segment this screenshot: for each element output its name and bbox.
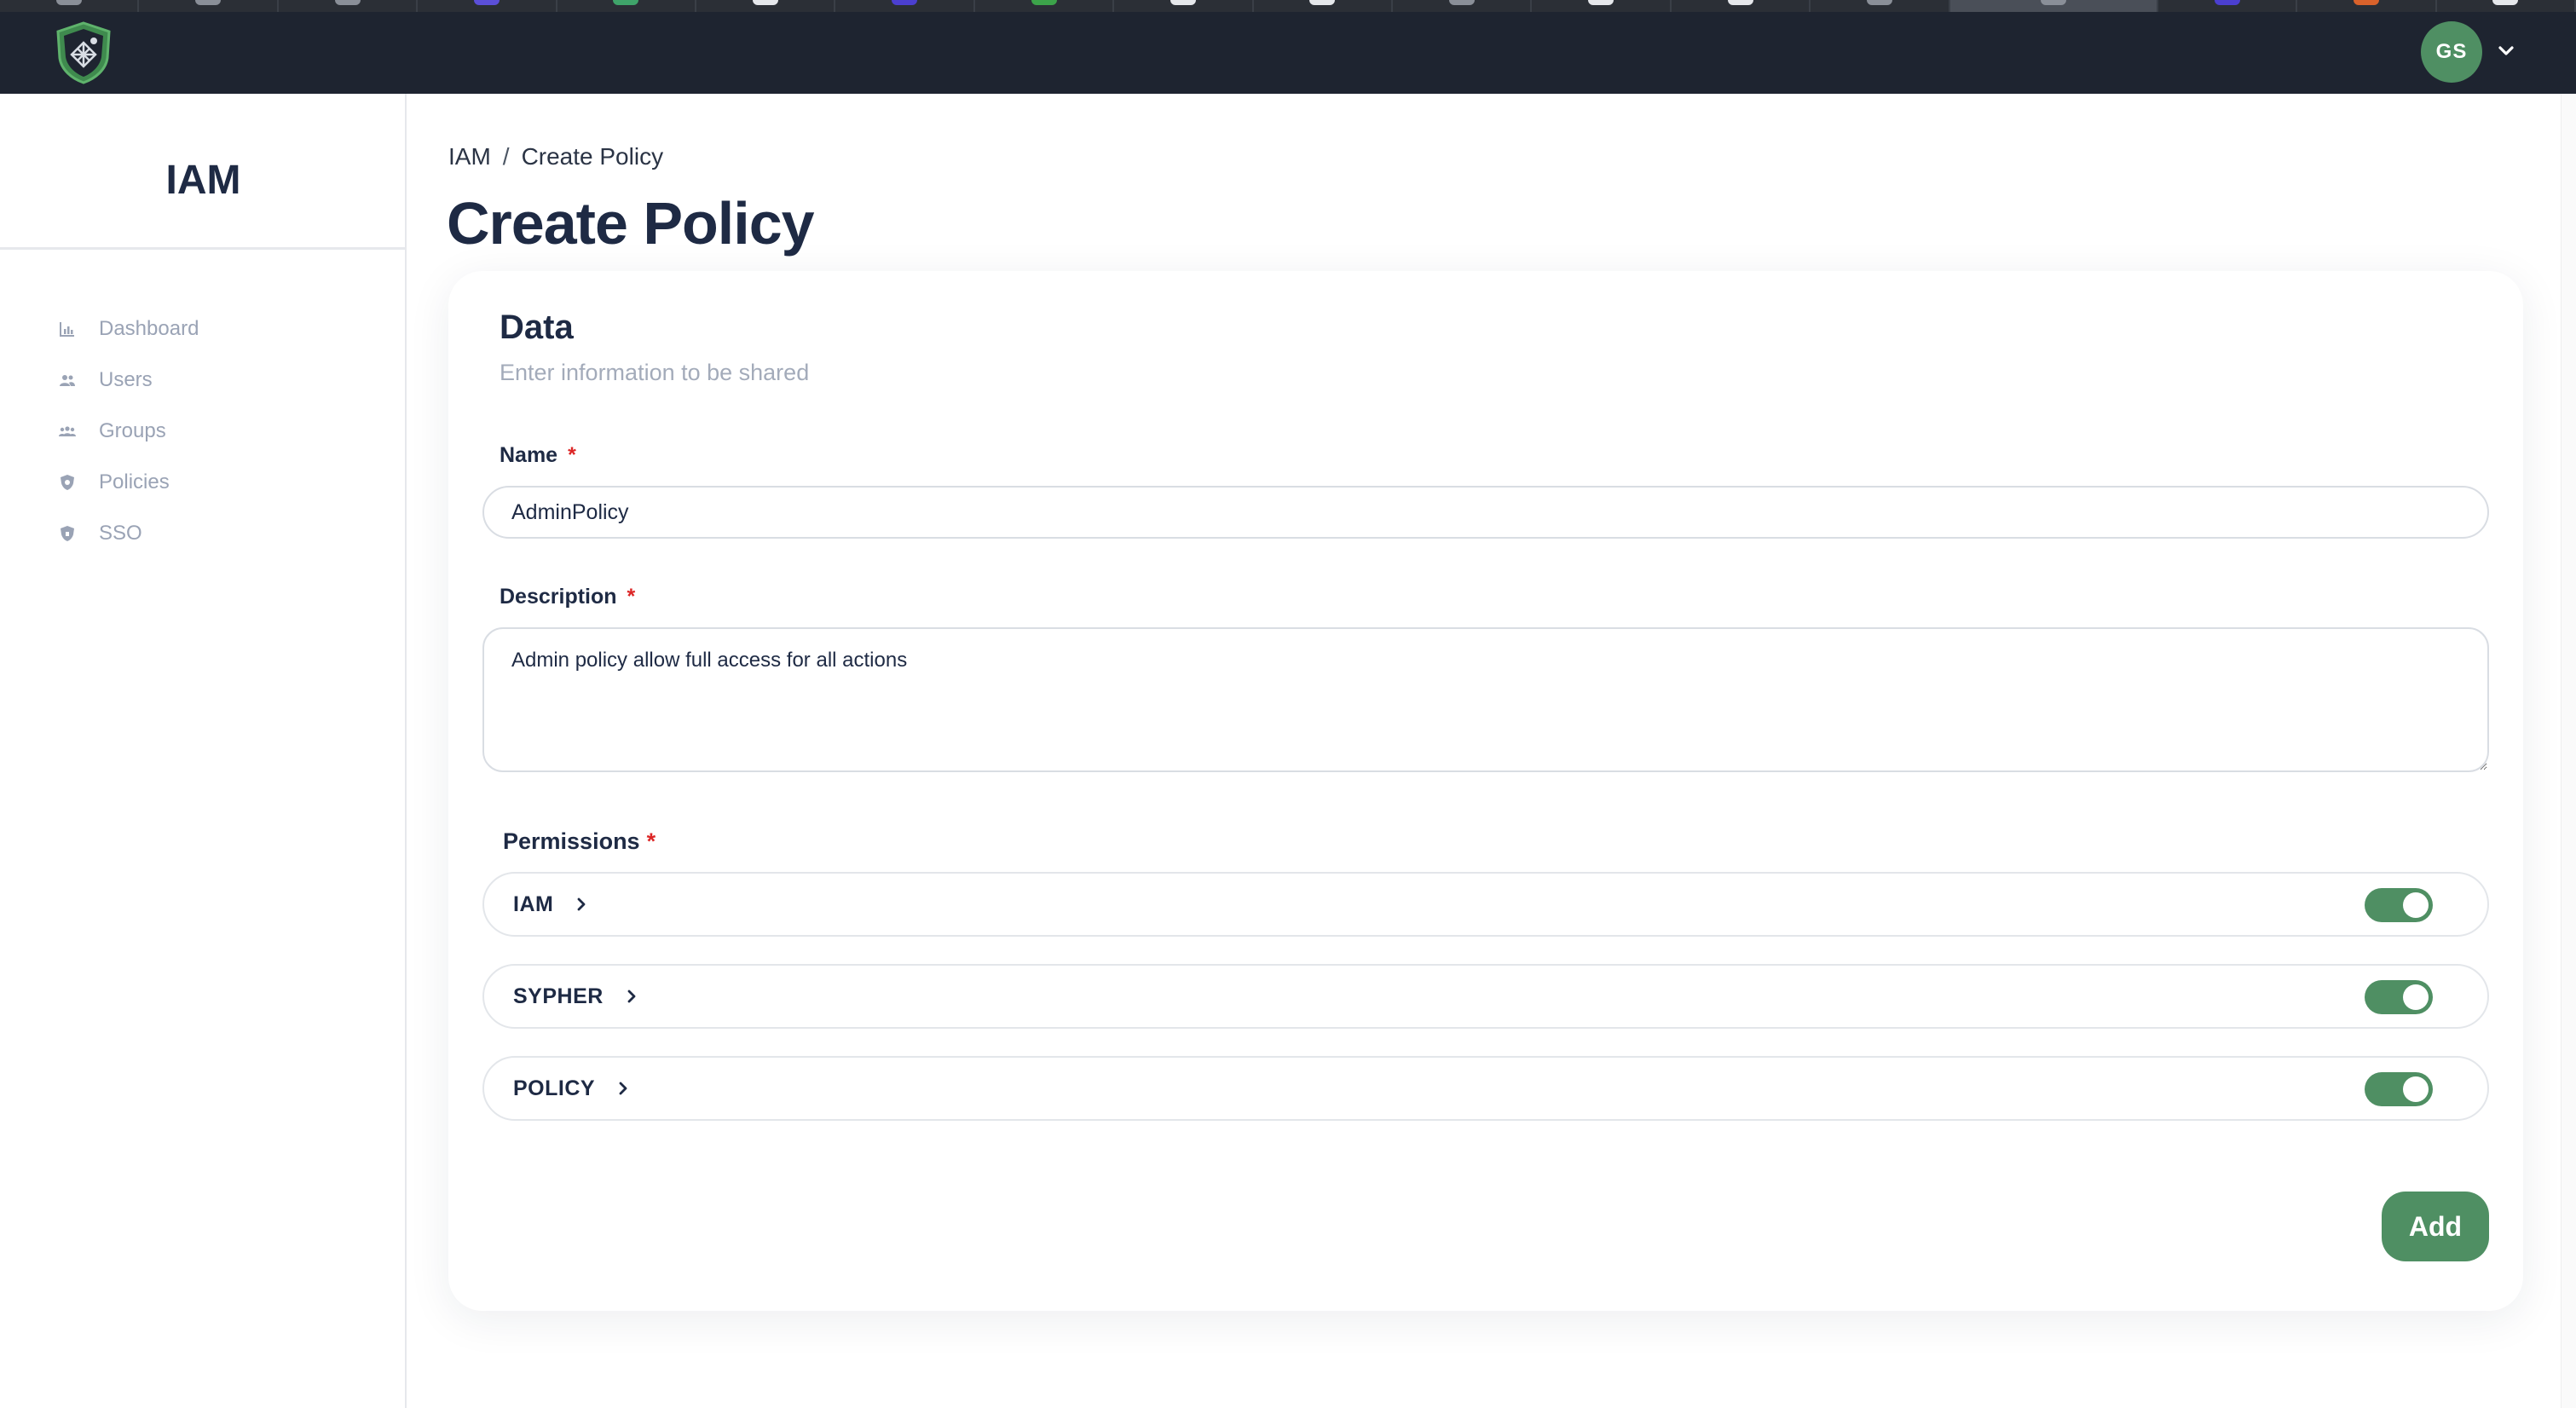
browser-tab[interactable] [1811, 0, 1950, 12]
browser-tab[interactable] [696, 0, 836, 12]
permissions-label-text: Permissions [503, 828, 640, 854]
section-subtitle: Enter information to be shared [500, 360, 810, 385]
sidebar-item-label: Users [99, 368, 153, 391]
browser-tab[interactable] [1393, 0, 1533, 12]
browser-tab-active[interactable] [1949, 0, 2158, 12]
tab-favicon-icon [55, 0, 82, 5]
name-field[interactable] [482, 486, 2489, 539]
toggle-knob [2403, 984, 2429, 1010]
groups-icon [58, 422, 77, 441]
browser-tab-strip [0, 0, 2576, 12]
permissions-label: Permissions * [503, 828, 656, 855]
breadcrumb-separator: / [502, 143, 510, 170]
sidebar-item-label: Dashboard [99, 317, 199, 340]
permission-row-sypher[interactable]: SYPHER [482, 964, 2489, 1029]
breadcrumb-root[interactable]: IAM [448, 143, 491, 170]
sidebar-nav: Dashboard Users Groups Policies SSO [58, 303, 382, 559]
policy-shield-icon [58, 473, 77, 492]
sidebar-item-label: Policies [99, 470, 170, 493]
permission-name: POLICY [513, 1076, 596, 1100]
browser-tab[interactable] [2297, 0, 2437, 12]
tab-favicon-icon [892, 0, 918, 5]
permission-toggle[interactable] [2365, 888, 2433, 922]
sidebar-item-label: Groups [99, 419, 166, 442]
toggle-knob [2403, 1076, 2429, 1102]
sidebar-item-label: SSO [99, 522, 142, 545]
shield-logo-icon[interactable] [53, 20, 114, 85]
form-card: Data Enter information to be shared Name… [448, 271, 2523, 1311]
permission-row-iam[interactable]: IAM [482, 872, 2489, 937]
avatar-initials: GS [2435, 40, 2468, 63]
tab-favicon-icon [1309, 0, 1336, 5]
sidebar-item-dashboard[interactable]: Dashboard [58, 303, 382, 355]
tab-favicon-icon [2492, 0, 2519, 5]
required-mark: * [646, 828, 656, 854]
permission-name: IAM [513, 892, 554, 916]
chevron-right-icon[interactable] [572, 895, 591, 914]
bar-chart-icon [58, 320, 77, 338]
page-scrollbar[interactable] [2561, 94, 2576, 1408]
tab-favicon-icon [2040, 0, 2066, 5]
tab-favicon-icon [195, 0, 222, 5]
section-title: Data [500, 309, 574, 346]
description-label-text: Description [500, 585, 617, 609]
description-label: Description * [500, 585, 635, 609]
tab-favicon-icon [473, 0, 500, 5]
permission-name: SYPHER [513, 984, 604, 1008]
sidebar-item-policies[interactable]: Policies [58, 457, 382, 508]
tab-favicon-icon [1170, 0, 1196, 5]
add-button[interactable]: Add [2382, 1192, 2489, 1261]
sidebar-item-groups[interactable]: Groups [58, 406, 382, 457]
chevron-down-icon[interactable] [2492, 38, 2520, 65]
users-icon [58, 371, 77, 390]
browser-tab[interactable] [418, 0, 557, 12]
tab-favicon-icon [334, 0, 361, 5]
tab-favicon-icon [1448, 0, 1475, 5]
browser-tab[interactable] [2158, 0, 2298, 12]
breadcrumb-current: Create Policy [521, 143, 664, 170]
browser-tab[interactable] [0, 0, 140, 12]
top-navbar: GS [0, 12, 2576, 94]
permission-toggle[interactable] [2365, 980, 2433, 1014]
tab-favicon-icon [1866, 0, 1892, 5]
tab-favicon-icon [1031, 0, 1057, 5]
browser-tab[interactable] [279, 0, 419, 12]
sidebar-divider [0, 247, 407, 250]
avatar[interactable]: GS [2421, 21, 2482, 83]
tab-favicon-icon [1727, 0, 1753, 5]
tab-favicon-icon [752, 0, 778, 5]
name-label: Name * [500, 443, 576, 468]
tab-favicon-icon [2214, 0, 2240, 5]
page-title: Create Policy [447, 190, 815, 257]
sidebar: IAM Dashboard Users Groups Policies SSO [0, 94, 407, 1408]
name-label-text: Name [500, 443, 558, 467]
browser-tab[interactable] [835, 0, 975, 12]
browser-tab[interactable] [1532, 0, 1672, 12]
browser-tab[interactable] [1254, 0, 1394, 12]
browser-tab[interactable] [557, 0, 697, 12]
tab-favicon-icon [2353, 0, 2379, 5]
browser-tab[interactable] [1114, 0, 1254, 12]
browser-tab[interactable] [975, 0, 1115, 12]
required-mark: * [627, 585, 636, 609]
sidebar-item-sso[interactable]: SSO [58, 508, 382, 559]
required-mark: * [568, 443, 576, 467]
breadcrumb: IAM / Create Policy [448, 143, 663, 170]
browser-tab[interactable] [1672, 0, 1811, 12]
permission-row-policy[interactable]: POLICY [482, 1056, 2489, 1121]
sidebar-title: IAM [165, 158, 241, 203]
sso-shield-icon [58, 524, 77, 543]
browser-tab[interactable] [2437, 0, 2576, 12]
browser-tab[interactable] [139, 0, 279, 12]
permission-toggle[interactable] [2365, 1072, 2433, 1106]
tab-favicon-icon [613, 0, 639, 5]
toggle-knob [2403, 892, 2429, 918]
sidebar-item-users[interactable]: Users [58, 355, 382, 406]
tab-favicon-icon [1588, 0, 1614, 5]
chevron-right-icon[interactable] [622, 987, 641, 1006]
chevron-right-icon[interactable] [614, 1079, 632, 1098]
description-field[interactable]: Admin policy allow full access for all a… [482, 627, 2489, 772]
